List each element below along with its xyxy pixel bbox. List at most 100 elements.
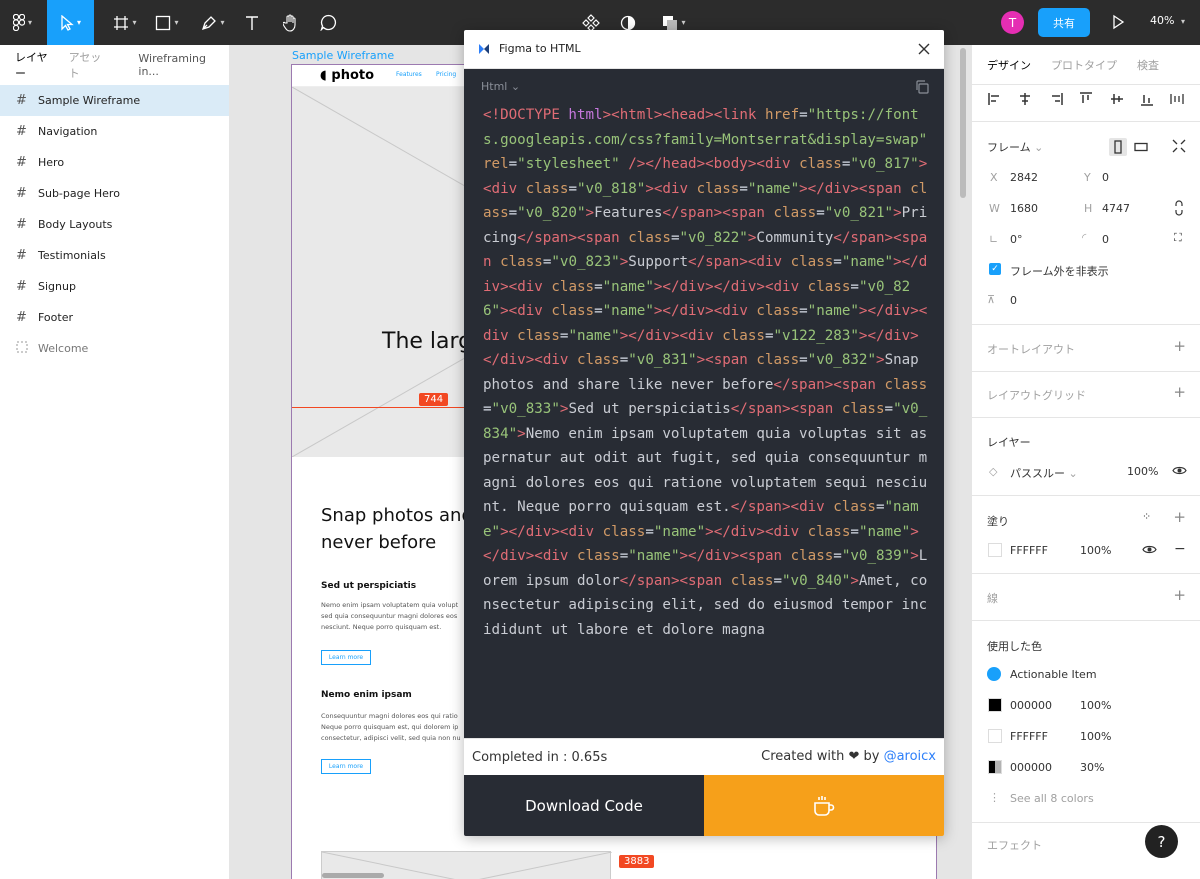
frame-preset-select[interactable]: フレーム ⌄ (987, 139, 1043, 155)
add-layout-grid-icon[interactable]: + (1173, 383, 1186, 401)
y-field[interactable]: 0 (1102, 171, 1109, 184)
landscape-icon[interactable] (1132, 138, 1150, 156)
color-swatch-black-30[interactable] (988, 760, 1002, 774)
tab-inspect[interactable]: 検査 (1137, 57, 1159, 73)
fill-hex-field[interactable]: FFFFFF (1010, 544, 1048, 557)
hand-icon (283, 13, 296, 32)
align-right-icon[interactable] (1048, 91, 1064, 107)
code-viewer[interactable]: Html ⌄ <!DOCTYPE html><html><head><link … (464, 69, 944, 738)
tab-design[interactable]: デザイン (987, 57, 1031, 73)
distribute-icon[interactable] (1169, 91, 1185, 107)
comment-tool-button[interactable] (314, 0, 342, 45)
align-top-icon[interactable] (1078, 91, 1094, 107)
frame-name-label[interactable]: Sample Wireframe (292, 49, 394, 62)
move-tool-button[interactable]: ▾ (47, 0, 94, 45)
spacing-field[interactable]: 0 (1010, 294, 1017, 307)
layer-heading: レイヤー (987, 436, 1031, 449)
corner-radius-field[interactable]: 0 (1102, 233, 1109, 246)
chevron-down-icon: ▾ (220, 18, 225, 27)
rotation-field[interactable]: 0° (1010, 233, 1023, 246)
share-button[interactable]: 共有 (1038, 8, 1090, 37)
color-swatch-black[interactable] (988, 698, 1002, 712)
component-icon (582, 13, 600, 32)
align-center-vertical-icon[interactable] (1109, 91, 1125, 107)
rectangle-icon (156, 15, 171, 30)
logo-mark-icon: ◖ (320, 68, 327, 83)
chevron-down-icon: ▾ (681, 18, 686, 27)
main-menu-button[interactable]: ▾ (0, 0, 45, 45)
learn-more-button-2: Learn more (321, 759, 371, 774)
buy-coffee-button[interactable] (704, 775, 944, 836)
layer-item-hero[interactable]: # Hero (0, 147, 229, 178)
user-avatar[interactable]: T (1001, 11, 1024, 34)
tab-assets[interactable]: アセット (69, 49, 103, 81)
blend-mode-icon: ◇ (989, 465, 998, 478)
align-left-icon[interactable] (987, 91, 1003, 107)
eye-icon[interactable] (1172, 465, 1187, 476)
fill-color-swatch[interactable] (988, 543, 1002, 557)
figma-to-html-plugin-window: Figma to HTML Html ⌄ <!DOCTYPE html><htm… (464, 30, 944, 836)
layer-item-footer[interactable]: # Footer (0, 302, 229, 333)
tab-prototype[interactable]: プロトタイプ (1051, 57, 1117, 73)
layer-label: Navigation (38, 125, 98, 138)
eye-icon[interactable] (1142, 544, 1157, 555)
height-field[interactable]: 4747 (1102, 202, 1130, 215)
layer-item-testimonials[interactable]: # Testimonials (0, 240, 229, 271)
layer-item-welcome[interactable]: Welcome (0, 333, 229, 364)
generated-code[interactable]: <!DOCTYPE html><html><head><link href="h… (483, 103, 928, 642)
width-field[interactable]: 1680 (1010, 202, 1038, 215)
language-select[interactable]: Html ⌄ (481, 80, 520, 93)
chevron-down-icon: ▾ (132, 18, 137, 27)
layer-opacity-field[interactable]: 100% (1127, 465, 1158, 478)
independent-corners-icon[interactable]: ⛶ (1174, 231, 1182, 245)
clip-content-label: フレーム外を非表示 (1010, 265, 1109, 278)
layer-item-sub-page-hero[interactable]: # Sub-page Hero (0, 178, 229, 209)
portrait-icon[interactable] (1109, 138, 1127, 156)
color-name: FFFFFF (1010, 730, 1048, 743)
see-all-colors-link[interactable]: See all 8 colors (1010, 792, 1094, 805)
copy-button[interactable] (914, 79, 930, 95)
canvas-horizontal-scrollbar[interactable] (322, 873, 384, 878)
align-bottom-icon[interactable] (1139, 91, 1155, 107)
shape-tool-button[interactable]: ▾ (146, 0, 188, 45)
remove-fill-icon[interactable]: − (1174, 541, 1186, 557)
present-button[interactable] (1108, 12, 1128, 32)
clip-content-checkbox[interactable]: ✓ (989, 263, 1001, 275)
add-auto-layout-icon[interactable]: + (1173, 337, 1186, 355)
layer-item-body-layouts[interactable]: # Body Layouts (0, 209, 229, 240)
download-code-button[interactable]: Download Code (464, 775, 704, 836)
frame-hash-icon: # (16, 217, 27, 232)
constrain-proportions-icon[interactable] (1174, 200, 1184, 216)
nav-link-features: Features (396, 71, 422, 78)
pen-tool-button[interactable]: ▾ (192, 0, 234, 45)
page-selector[interactable]: Wireframing in... (138, 52, 209, 78)
layer-item-sample-wireframe[interactable]: # Sample Wireframe (0, 85, 229, 116)
help-button[interactable]: ? (1145, 825, 1178, 858)
blend-mode-select[interactable]: パススルー ⌄ (1010, 465, 1078, 481)
used-colors-heading: 使用した色 (987, 640, 1042, 653)
frame-hash-icon: # (16, 310, 27, 325)
tab-layers[interactable]: レイヤー (15, 49, 49, 81)
layer-item-signup[interactable]: # Signup (0, 271, 229, 302)
x-field[interactable]: 2842 (1010, 171, 1038, 184)
add-stroke-icon[interactable]: + (1173, 586, 1186, 604)
color-swatch-white[interactable] (988, 729, 1002, 743)
frame-tool-button[interactable]: ▾ (100, 0, 150, 45)
align-center-horizontal-icon[interactable] (1017, 91, 1033, 107)
resize-to-fit-icon[interactable] (1171, 138, 1187, 154)
plugin-status-bar: Completed in : 0.65s Created with ❤ by @… (464, 738, 944, 775)
actionable-item-swatch[interactable] (987, 667, 1001, 681)
add-fill-icon[interactable]: + (1173, 508, 1186, 526)
frame-hash-icon: # (16, 186, 27, 201)
fill-opacity-field[interactable]: 100% (1080, 544, 1111, 557)
author-link[interactable]: @aroicx (884, 749, 936, 764)
text-tool-button[interactable] (238, 0, 266, 45)
hand-tool-button[interactable] (276, 0, 306, 45)
layer-item-navigation[interactable]: # Navigation (0, 116, 229, 147)
layer-label: Sub-page Hero (38, 187, 120, 200)
close-button[interactable] (916, 41, 932, 57)
zoom-dropdown[interactable]: 40% ▾ (1150, 14, 1185, 27)
divider (972, 324, 1200, 325)
panel-vertical-scrollbar[interactable] (960, 48, 966, 198)
style-grid-icon[interactable]: ⁘ (1142, 510, 1151, 523)
